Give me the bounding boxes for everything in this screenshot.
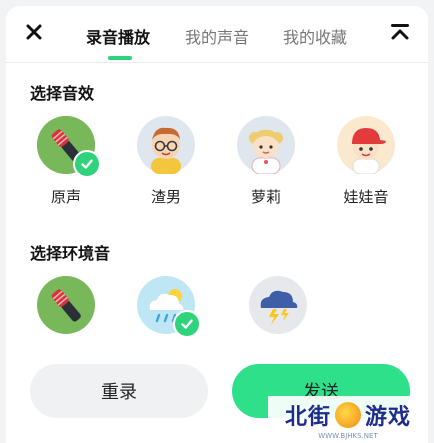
watermark-logo: 北街 游戏 WWW.BJHKS.NET: [268, 396, 428, 443]
ambient-option-rain[interactable]: [126, 276, 206, 338]
header-divider: [6, 62, 428, 63]
ambient-section-title: 选择环境音: [30, 244, 111, 263]
effect-label: 萝莉: [250, 188, 281, 206]
watermark-url: WWW.BJHKS.NET: [318, 432, 378, 440]
selected-check-icon: [173, 310, 201, 338]
microphone-icon: [37, 116, 101, 178]
tab-recording-playback[interactable]: 录音播放: [86, 24, 150, 48]
rain-cloud-icon: [137, 276, 201, 338]
ambient-option-thunder[interactable]: [238, 276, 318, 334]
effect-option-baby-voice[interactable]: 娃娃音: [326, 116, 406, 207]
tab-my-voice[interactable]: 我的声音: [185, 24, 249, 48]
effect-option-original[interactable]: 原声: [26, 116, 106, 207]
sound-panel: 录音播放 我的声音 我的收藏 选择音效 原声 渣男 萝莉 娃娃音 选择环境音 重…: [6, 6, 428, 443]
glasses-boy-icon: [137, 116, 195, 174]
active-tab-indicator: [108, 56, 132, 60]
sun-logo-icon: [335, 402, 361, 428]
ambient-option-none[interactable]: [26, 276, 106, 334]
tab-bar: 录音播放 我的声音 我的收藏: [6, 24, 428, 64]
microphone-icon: [37, 276, 95, 334]
effect-label: 渣男: [150, 188, 181, 206]
thunderstorm-icon: [249, 276, 307, 334]
watermark-text-left: 北街: [284, 405, 331, 430]
effect-label: 原声: [50, 188, 81, 206]
effect-option-bad-boy[interactable]: 渣男: [126, 116, 206, 207]
reset-button[interactable]: 重录: [30, 364, 208, 418]
cap-kid-icon: [337, 116, 395, 174]
girl-icon: [237, 116, 295, 174]
effect-label: 娃娃音: [343, 188, 389, 206]
tab-my-favorites[interactable]: 我的收藏: [283, 24, 347, 48]
selected-check-icon: [73, 150, 101, 178]
effect-option-loli[interactable]: 萝莉: [226, 116, 306, 207]
effects-section-title: 选择音效: [30, 84, 95, 103]
watermark-text-right: 游戏: [365, 405, 412, 430]
